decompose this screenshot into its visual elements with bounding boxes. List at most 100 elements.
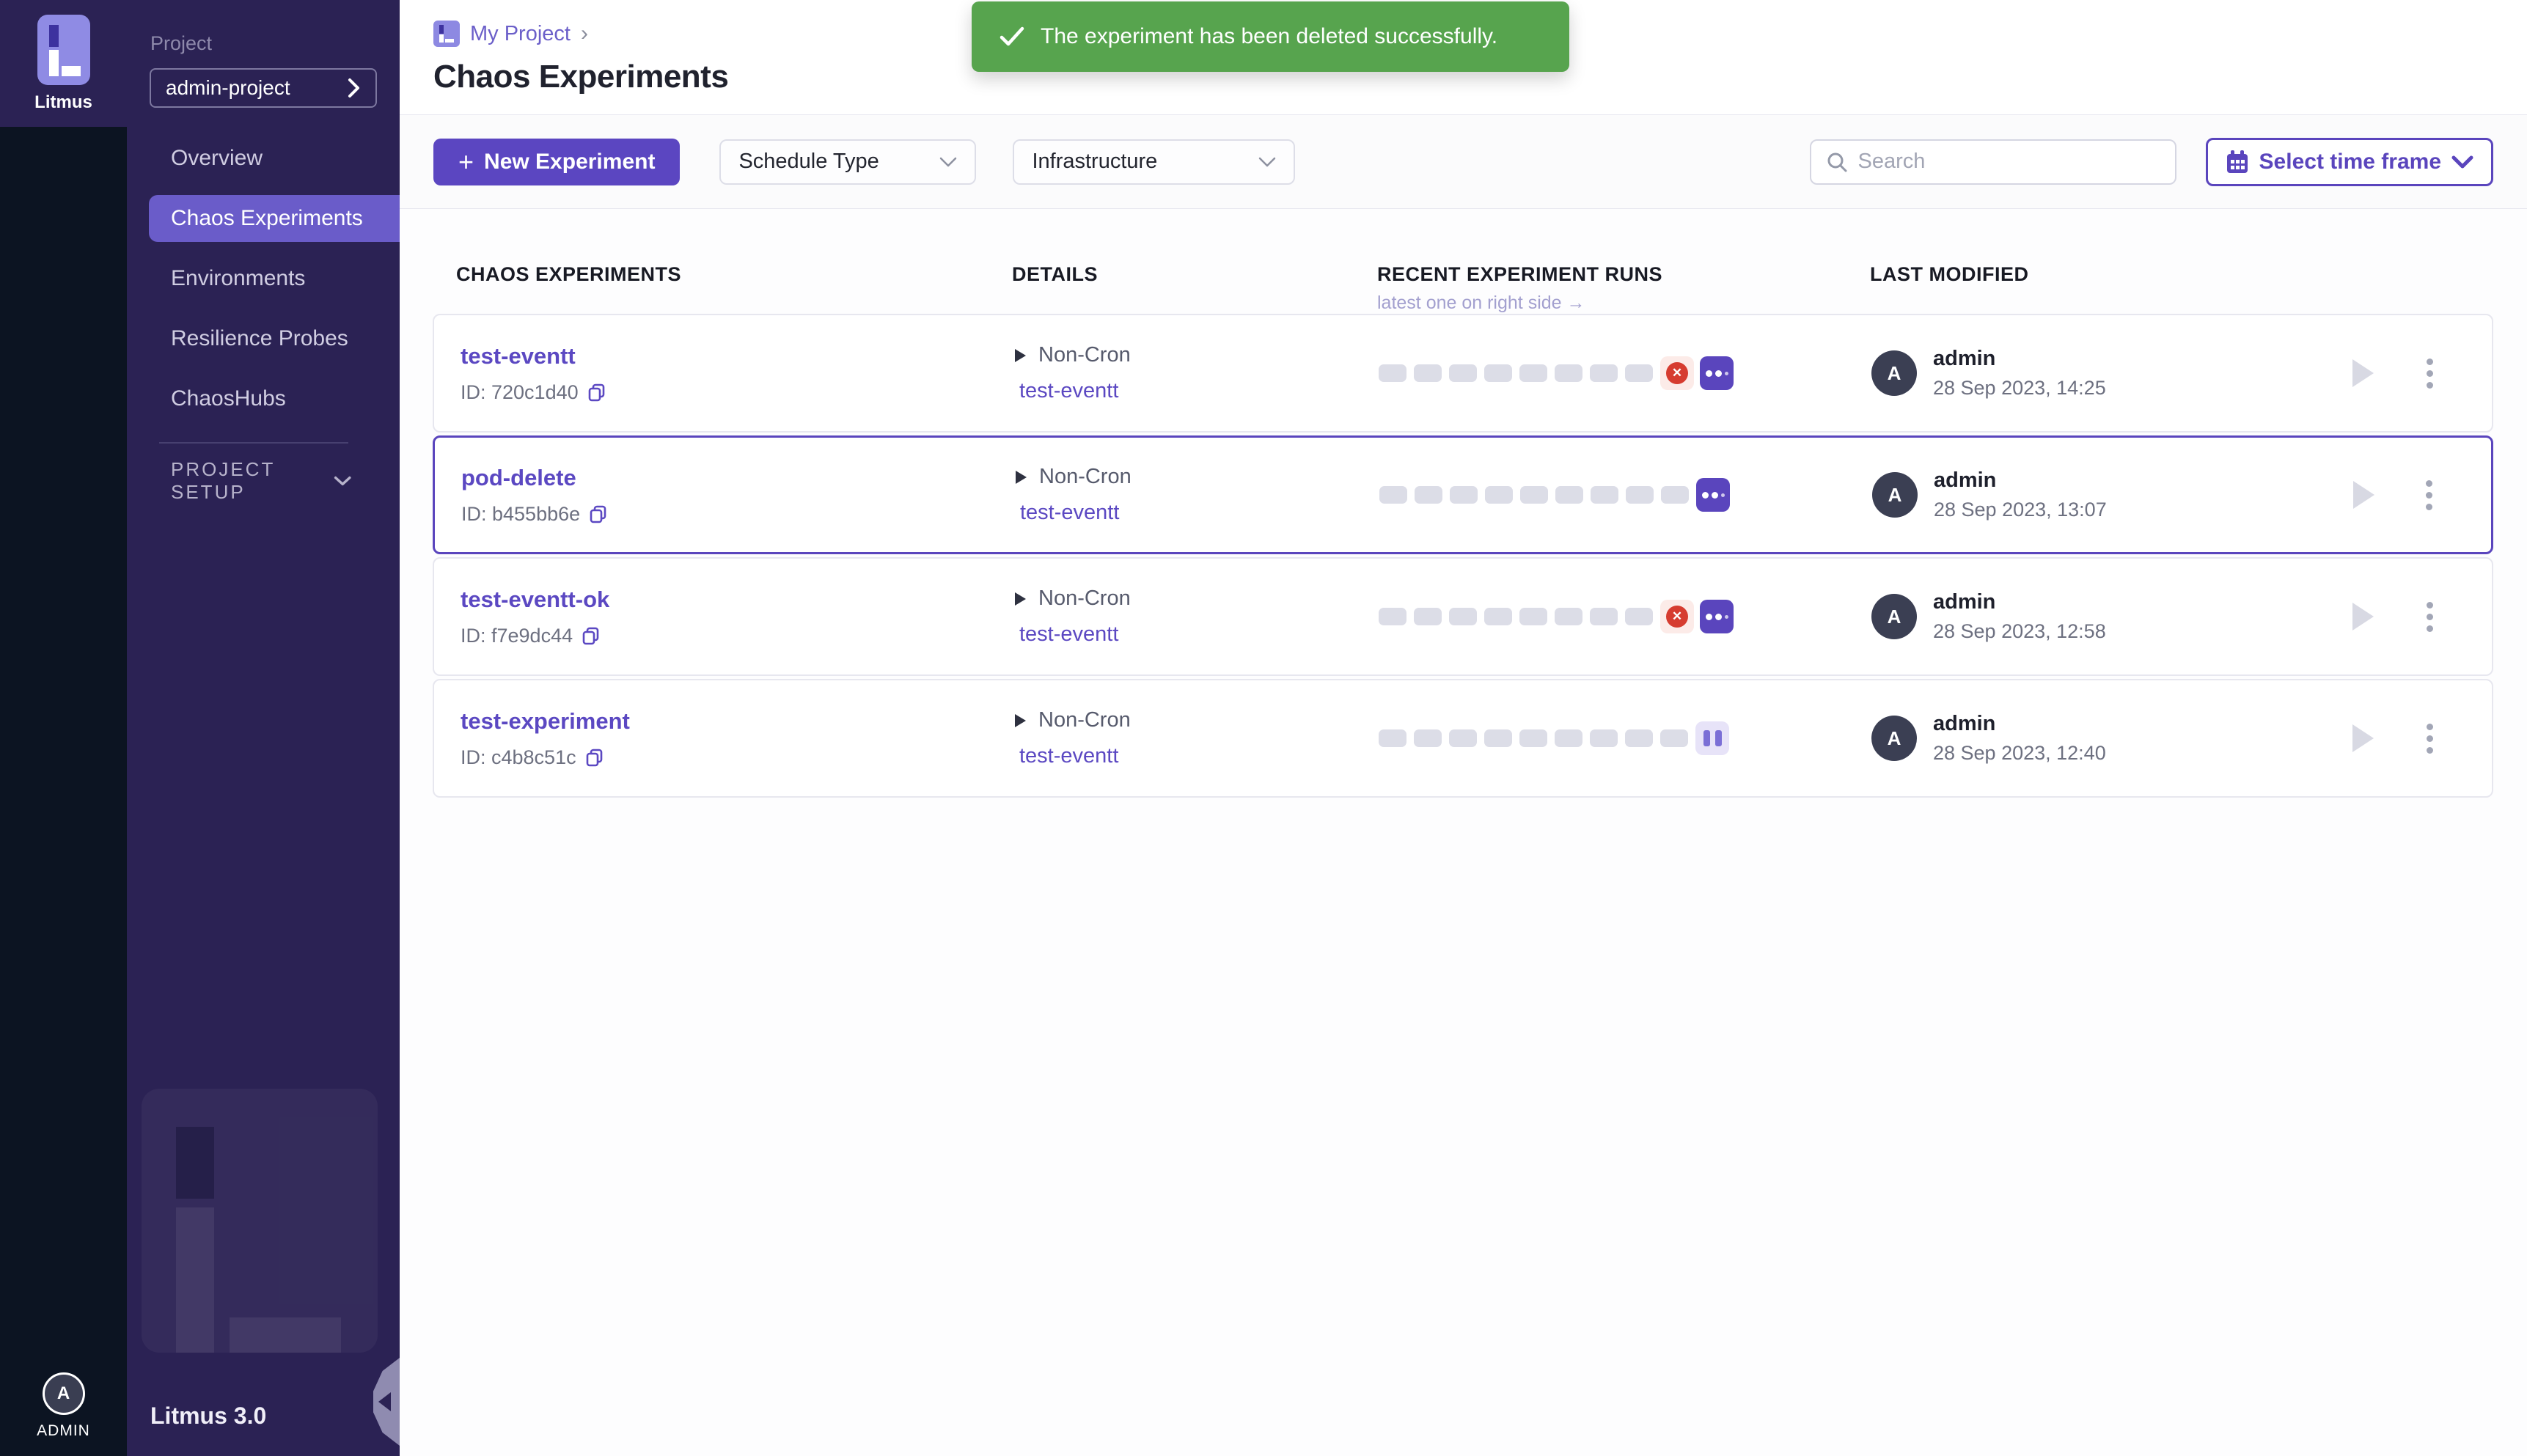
row-menu-button[interactable] [2419, 716, 2440, 761]
select-time-frame-button[interactable]: Select time frame [2206, 138, 2493, 186]
infrastructure-link[interactable]: test-eventt [1019, 379, 1379, 403]
schedule-type-value: Non-Cron [1038, 708, 1131, 732]
success-toast: The experiment has been deleted successf… [972, 1, 1569, 72]
brand-block: Litmus [0, 0, 127, 127]
experiment-name-cell: test-eventt ID: 720c1d40 [461, 343, 1013, 404]
modified-by: admin [1933, 712, 2106, 736]
runs-order-hint: latest one on right side → [1377, 293, 1585, 314]
sidebar-divider [159, 442, 348, 444]
experiment-row[interactable]: pod-delete ID: b455bb6e Non-Cron test-ev… [433, 435, 2493, 554]
experiment-name-link[interactable]: test-eventt [461, 343, 1013, 369]
project-selector[interactable]: admin-project [150, 68, 377, 108]
run-experiment-button[interactable] [2311, 357, 2414, 389]
copy-icon[interactable] [585, 748, 604, 767]
col-details: DETAILS [1012, 263, 1377, 286]
time-frame-label: Select time frame [2259, 150, 2441, 174]
sidebar-item-resilience-probes[interactable]: Resilience Probes [127, 309, 400, 369]
run-placeholder-pill [1555, 608, 1582, 625]
col-last-modified: LAST MODIFIED [1870, 263, 2527, 286]
experiment-name-link[interactable]: test-experiment [461, 708, 1013, 735]
run-placeholder-pill [1484, 729, 1512, 747]
infrastructure-link[interactable]: test-eventt [1019, 744, 1379, 768]
toolbar: + New Experiment Schedule Type Infrastru… [400, 115, 2527, 209]
run-placeholder-pill [1590, 364, 1618, 382]
experiment-row[interactable]: test-eventt ID: 720c1d40 Non-Cron test-e… [433, 314, 2493, 433]
logo-dot [49, 25, 59, 47]
chevron-right-icon [348, 77, 361, 99]
last-modified-cell: A admin 28 Sep 2023, 13:07 [1872, 468, 2312, 521]
run-experiment-button[interactable] [2311, 600, 2414, 633]
run-placeholder-pill [1449, 608, 1477, 625]
infrastructure-link[interactable]: test-eventt [1019, 622, 1379, 647]
run-experiment-button[interactable] [2312, 479, 2415, 511]
sidebar-item-chaoshubs[interactable]: ChaosHubs [127, 369, 400, 429]
mini-logo-vbar [439, 34, 444, 43]
experiment-row[interactable]: test-experiment ID: c4b8c51c Non-Cron te… [433, 679, 2493, 798]
col-chaos-experiments: CHAOS EXPERIMENTS [456, 263, 1012, 286]
left-rail: Litmus A ADMIN [0, 0, 127, 1456]
experiment-details-cell: Non-Cron test-eventt [1013, 708, 1379, 768]
row-menu-button[interactable] [2418, 473, 2440, 518]
play-icon [2350, 722, 2376, 754]
run-status-running[interactable] [1700, 356, 1734, 390]
experiment-id: ID: 720c1d40 [461, 381, 579, 404]
copy-icon[interactable] [587, 383, 606, 402]
run-placeholder-pill [1520, 486, 1548, 504]
run-placeholder-pill [1379, 486, 1407, 504]
schedule-play-icon [1013, 713, 1027, 729]
row-menu-button[interactable] [2419, 351, 2440, 396]
experiment-row[interactable]: test-eventt-ok ID: f7e9dc44 Non-Cron tes… [433, 557, 2493, 676]
failed-x-icon: ✕ [1666, 362, 1688, 384]
copy-icon[interactable] [589, 504, 608, 523]
experiments-list: test-eventt ID: 720c1d40 Non-Cron test-e… [433, 314, 2493, 798]
mini-logo-dot [439, 25, 444, 34]
search-input[interactable] [1858, 150, 2160, 174]
experiment-name-link[interactable]: test-eventt-ok [461, 587, 1013, 613]
chevron-down-icon [334, 474, 351, 488]
litmus-watermark [142, 1089, 378, 1353]
run-status-running[interactable] [1700, 600, 1734, 633]
run-placeholder-pill [1519, 608, 1547, 625]
main-area: My Project › Chaos Experiments + New Exp… [400, 0, 2527, 1456]
schedule-type-dropdown[interactable]: Schedule Type [719, 139, 976, 185]
experiment-details-cell: Non-Cron test-eventt [1014, 465, 1379, 525]
schedule-play-icon [1013, 591, 1027, 607]
new-experiment-button[interactable]: + New Experiment [433, 139, 680, 185]
run-status-failed[interactable]: ✕ [1660, 356, 1694, 390]
recent-runs-cell: ✕ [1379, 600, 1871, 633]
run-placeholder-pill [1555, 486, 1583, 504]
sidebar-item-environments[interactable]: Environments [127, 249, 400, 309]
experiment-details-cell: Non-Cron test-eventt [1013, 587, 1379, 647]
project-setup-toggle[interactable]: PROJECT SETUP [127, 451, 400, 511]
run-placeholder-pill [1590, 608, 1618, 625]
run-status-paused[interactable] [1695, 721, 1729, 755]
run-placeholder-pill [1449, 729, 1477, 747]
user-avatar[interactable]: A [43, 1372, 85, 1415]
row-menu-button[interactable] [2419, 595, 2440, 639]
breadcrumb-link[interactable]: My Project [470, 22, 571, 46]
copy-icon[interactable] [582, 626, 601, 645]
experiment-name-link[interactable]: pod-delete [461, 465, 1014, 491]
run-placeholder-pill [1591, 486, 1618, 504]
experiment-id: ID: b455bb6e [461, 503, 580, 526]
run-status-running[interactable] [1696, 478, 1730, 512]
infrastructure-dropdown[interactable]: Infrastructure [1013, 139, 1295, 185]
run-placeholder-pill [1625, 608, 1653, 625]
sidebar-item-overview[interactable]: Overview [127, 128, 400, 188]
project-name: admin-project [166, 76, 290, 100]
sidebar-collapse-handle[interactable] [373, 1358, 400, 1446]
version-label: Litmus 3.0 [150, 1402, 266, 1430]
logo-hbar [62, 66, 81, 76]
sidebar-nav: Overview Chaos Experiments Environments … [127, 128, 400, 429]
experiment-name-cell: test-eventt-ok ID: f7e9dc44 [461, 587, 1013, 647]
run-status-failed[interactable]: ✕ [1660, 600, 1694, 633]
collapse-arrow-icon [378, 1392, 391, 1411]
play-icon [2350, 357, 2376, 389]
run-placeholder-pill [1519, 364, 1547, 382]
calendar-icon [2226, 150, 2249, 174]
run-experiment-button[interactable] [2311, 722, 2414, 754]
sidebar-item-chaos-experiments[interactable]: Chaos Experiments [127, 188, 400, 249]
experiment-details-cell: Non-Cron test-eventt [1013, 343, 1379, 403]
mini-logo-hbar [445, 39, 454, 43]
infrastructure-link[interactable]: test-eventt [1020, 501, 1379, 525]
